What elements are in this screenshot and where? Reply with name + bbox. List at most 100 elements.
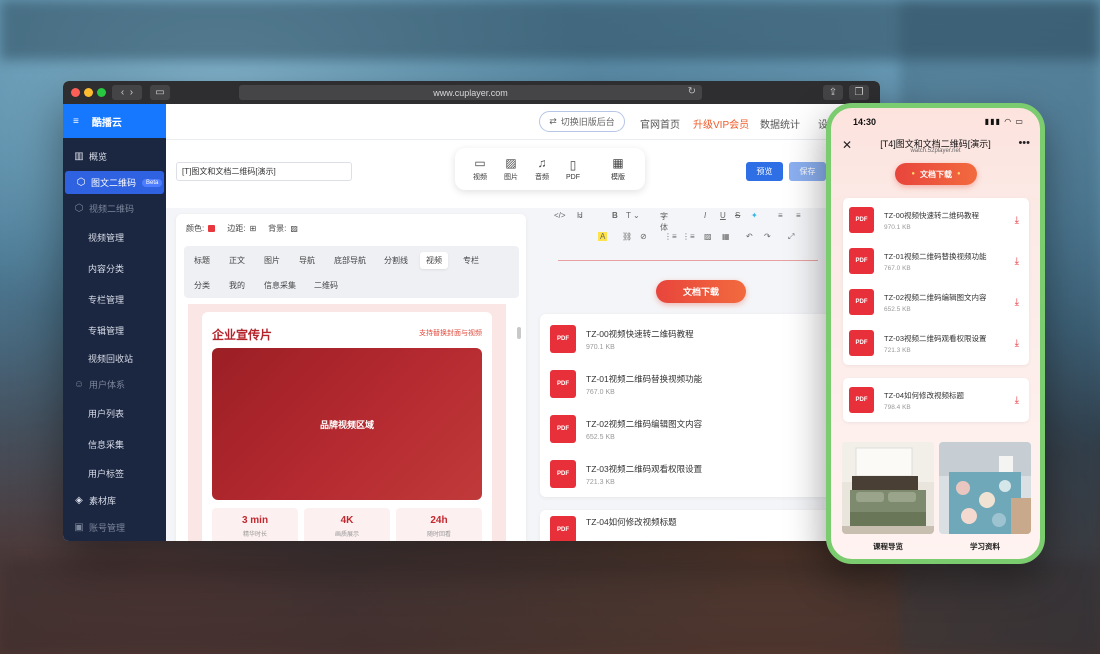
more-icon[interactable]: ••• <box>1018 137 1030 149</box>
insert-audio-button[interactable]: ♫ 音频 <box>527 156 557 182</box>
tab-title[interactable]: 标题 <box>194 255 210 266</box>
study-materials-image[interactable] <box>939 442 1031 534</box>
sidebar-item-overview[interactable]: ▥ 概览 <box>63 143 166 170</box>
code-icon[interactable]: </> <box>554 211 566 220</box>
italic-icon[interactable]: I <box>704 211 706 220</box>
preview-button[interactable]: 预览 <box>746 162 783 181</box>
nav-home-link[interactable]: 官网首页 <box>640 116 680 131</box>
tab-qrcode[interactable]: 二维码 <box>314 280 338 291</box>
sidebar-item-rich-qrcode[interactable]: ⬡ 图文二维码 Beta <box>65 171 164 194</box>
heading-select[interactable]: H ⌄ <box>577 211 584 220</box>
config-scrollbar[interactable] <box>517 327 521 339</box>
sidebar-item-content-category[interactable]: 内容分类 <box>63 253 166 284</box>
promo-video-block[interactable]: 企业宣传片 支持替换封面与视频 品牌视频区域 3 min 精华时长 4K 画质展示 … <box>202 312 492 541</box>
insert-video-button[interactable]: ▭ 视频 <box>465 156 495 182</box>
tab-video[interactable]: 视频 <box>420 252 448 269</box>
color-swatch[interactable] <box>208 225 216 232</box>
tab-mine[interactable]: 我的 <box>229 280 245 291</box>
document-item[interactable]: PDF TZ-02视频二维码编辑图文内容 652.5 KB ⤓ <box>849 282 1023 322</box>
sidebar-group-account[interactable]: ▣ 账号管理 <box>63 514 166 541</box>
tab-nav[interactable]: 导航 <box>299 255 315 266</box>
replace-cover-link[interactable]: 支持替换封面与视频 <box>419 328 482 338</box>
document-item[interactable]: PDF TZ-01视频二维码替换视频功能 767.0 KB <box>550 363 702 405</box>
document-item[interactable]: PDF TZ-00视频快速转二维码教程 970.1 KB <box>550 318 694 360</box>
border-icon[interactable]: ⊞ <box>249 224 256 233</box>
tab-column[interactable]: 专栏 <box>463 255 479 266</box>
download-icon[interactable]: ⤓ <box>1015 256 1019 267</box>
download-icon[interactable]: ⤓ <box>1015 395 1019 406</box>
link-icon[interactable]: ⛓ <box>622 232 632 241</box>
fullscreen-icon[interactable]: ⤢ <box>788 232 794 242</box>
tab-image[interactable]: 图片 <box>264 255 280 266</box>
sidebar-item-album-manage[interactable]: 专辑管理 <box>63 315 166 346</box>
sidebar-item-user-list[interactable]: 用户列表 <box>63 398 166 429</box>
font-select[interactable]: 字体 ⌄ <box>660 211 668 232</box>
document-item[interactable]: PDF TZ-01视频二维码替换视频功能 767.0 KB ⤓ <box>849 241 1023 281</box>
tabs-icon[interactable]: ❐ <box>849 85 869 100</box>
redo-icon[interactable]: ↷ <box>764 232 771 241</box>
tab-category[interactable]: 分类 <box>194 280 210 291</box>
strikethrough-icon[interactable]: S <box>735 211 740 220</box>
menu-icon[interactable]: ≡ <box>73 116 79 127</box>
sidebar-item-column-manage[interactable]: 专栏管理 <box>63 284 166 315</box>
nav-stats-link[interactable]: 数据统计 <box>760 116 800 131</box>
tab-bottom-nav[interactable]: 底部导航 <box>334 255 366 266</box>
sidebar-group-user-system[interactable]: ☺ 用户体系 <box>63 371 166 398</box>
table-icon[interactable]: ▦ <box>722 232 730 241</box>
download-icon[interactable]: ⤓ <box>1015 338 1019 349</box>
text-style-select[interactable]: T ⌄ <box>626 211 640 220</box>
document-item[interactable]: PDF TZ-04如何修改视频标题 <box>550 510 677 541</box>
insert-label: 视频 <box>473 174 487 181</box>
ordered-list-icon[interactable]: ⋮≡ <box>664 232 677 241</box>
back-forward-icon[interactable]: ‹ › <box>112 85 142 100</box>
url-bar[interactable]: www.cuplayer.com ↻ <box>239 85 702 100</box>
insert-pdf-button[interactable]: ▯ PDF <box>558 158 588 181</box>
maximize-window-button[interactable] <box>97 88 106 97</box>
bold-icon[interactable]: B <box>612 211 618 220</box>
underline-icon[interactable]: U <box>720 211 726 220</box>
switch-old-admin-button[interactable]: ⇄ 切换旧版后台 <box>539 111 625 132</box>
save-button[interactable]: 保存 <box>789 162 826 181</box>
tab-body[interactable]: 正文 <box>229 255 245 266</box>
close-window-button[interactable] <box>71 88 80 97</box>
title-input[interactable]: [T]图文和文档二维码[演示] <box>176 162 352 181</box>
insert-image-icon[interactable]: ▨ <box>704 232 712 241</box>
template-button[interactable]: ▦ 模版 <box>603 156 633 182</box>
document-item[interactable]: PDF TZ-00视频快速转二维码教程 970.1 KB ⤓ <box>849 200 1023 240</box>
document-item[interactable]: PDF TZ-04如何修改视频标题 798.4 KB ⤓ <box>849 380 1023 420</box>
download-icon[interactable]: ⤓ <box>1015 297 1019 308</box>
reload-icon[interactable]: ↻ <box>688 86 696 97</box>
magic-icon[interactable]: ✦ <box>751 211 758 220</box>
background-image-icon[interactable]: ▨ <box>290 224 298 233</box>
sidebar-item-user-tags[interactable]: 用户标签 <box>63 460 166 487</box>
align-center-icon[interactable]: ≡ <box>796 211 801 220</box>
document-item[interactable]: PDF TZ-03视频二维码观看权限设置 721.3 KB ⤓ <box>849 323 1023 363</box>
document-item[interactable]: PDF TZ-02视频二维码编辑图文内容 652.5 KB <box>550 408 702 450</box>
sidebar-logo[interactable]: ≡ 酷播云 <box>63 104 166 138</box>
align-left-icon[interactable]: ≡ <box>778 211 783 220</box>
document-size: 652.5 KB <box>884 305 911 313</box>
download-icon[interactable]: ⤓ <box>1015 215 1019 226</box>
brand-video-area[interactable]: 品牌视频区域 <box>212 348 482 500</box>
tab-divider[interactable]: 分割线 <box>384 255 408 266</box>
sidebar-item-material-library[interactable]: ◈ 素材库 <box>63 487 166 514</box>
undo-icon[interactable]: ↶ <box>746 232 753 241</box>
nav-vip-link[interactable]: 升级VIP会员 <box>693 116 749 131</box>
sidebar-item-video-recycle[interactable]: 视频回收站 <box>63 346 166 371</box>
sidebar-group-video-qrcode[interactable]: ⬡ 视频二维码 <box>63 195 166 222</box>
document-item[interactable]: PDF TZ-03视频二维码观看权限设置 721.3 KB <box>550 453 702 495</box>
close-icon[interactable]: ✕ <box>842 138 852 152</box>
course-guide-image[interactable] <box>842 442 934 534</box>
sidebar-item-info-collect[interactable]: 信息采集 <box>63 429 166 460</box>
sidebar-item-video-manage[interactable]: 视频管理 <box>63 222 166 253</box>
highlight-icon[interactable]: A <box>598 232 608 241</box>
insert-image-button[interactable]: ▨ 图片 <box>496 156 526 182</box>
bullet-list-icon[interactable]: ⋮≡ <box>682 232 695 241</box>
minimize-window-button[interactable] <box>84 88 93 97</box>
url-text: www.cuplayer.com <box>433 87 508 98</box>
share-icon[interactable]: ⇪ <box>823 85 843 100</box>
tab-info-collect[interactable]: 信息采集 <box>264 280 296 291</box>
unlink-icon[interactable]: ⊘ <box>640 232 647 241</box>
sidebar-toggle-icon[interactable]: ▭ <box>150 85 170 100</box>
document-name: TZ-01视频二维码替换视频功能 <box>884 251 987 261</box>
